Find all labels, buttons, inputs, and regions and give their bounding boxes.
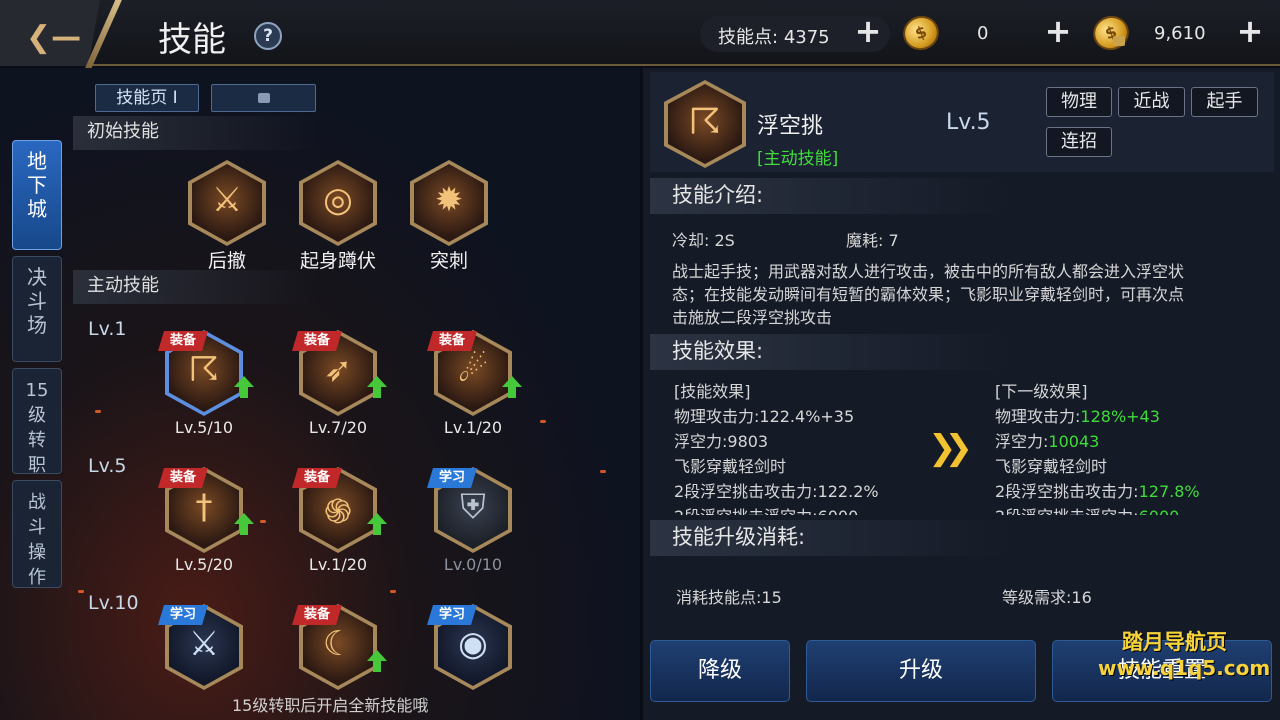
equip-badge: 装备 xyxy=(292,605,342,625)
add-coin-button[interactable]: + xyxy=(1043,15,1073,47)
tag-physical: 物理 xyxy=(1046,87,1112,117)
current-effect-line: 2段浮空挑击浮空力:6000 xyxy=(674,503,858,515)
upgrade-arrow-icon xyxy=(234,376,254,398)
job-change-hint: 15级转职后开启全新技能哦 xyxy=(232,696,429,715)
current-effect-line: 2段浮空挑击攻击力:122.2% xyxy=(674,482,879,501)
effect-list[interactable]: [技能效果] 物理攻击力:122.4%+35 浮空力:9803 飞影穿戴轻剑时 … xyxy=(643,372,1280,515)
skill-level: Lv.0/10 xyxy=(443,555,503,574)
lock-icon xyxy=(257,93,270,103)
next-effect-line: 2段浮空挑击攻击力:127.8% xyxy=(995,482,1200,501)
upgrade-arrow-icon xyxy=(367,376,387,398)
launch-icon: ☈ xyxy=(688,102,722,143)
skill-name-crouch: 起身蹲伏 xyxy=(299,250,376,272)
upgrade-arrow-icon xyxy=(502,376,522,398)
upgrade-arrow-icon xyxy=(367,513,387,535)
tab-arena[interactable]: 决 斗 场 xyxy=(12,256,62,362)
next-effect-line: 飞影穿戴轻剑时 xyxy=(995,457,1108,476)
current-effect-line: 物理攻击力:122.4%+35 xyxy=(674,407,855,426)
ground-strike-icon: † xyxy=(195,487,213,527)
tag-opener: 起手 xyxy=(1191,87,1258,117)
skill-name-thrust: 突刺 xyxy=(429,250,468,272)
skill-level: Lv.5 xyxy=(946,110,991,135)
section-initial-skills: 初始技能 xyxy=(73,116,318,150)
upgrade-arrow-icon xyxy=(234,513,254,535)
next-effect-line: 物理攻击力:128%+43 xyxy=(995,407,1160,426)
current-effect-line: 浮空力:9803 xyxy=(674,432,769,451)
next-effect-line: 浮空力:10043 xyxy=(995,432,1100,451)
coin-value: 0 xyxy=(977,23,989,44)
cost-skill-points: 消耗技能点:15 xyxy=(676,588,782,607)
learn-badge: 学习 xyxy=(427,468,477,488)
next-effect-line: 2段浮空挑击浮空力:6000 xyxy=(995,503,1179,515)
description-line: 态；在技能发动瞬间有短暂的霸体效果；飞影职业穿戴轻剑时，可再次点 xyxy=(672,285,1185,304)
tab-dungeon-label: 地 下 城 xyxy=(27,149,47,221)
skill-page-tab-1[interactable]: 技能页 I xyxy=(95,84,199,112)
skill-level: Lv.5/20 xyxy=(174,555,234,574)
downgrade-button[interactable]: 降级 xyxy=(650,640,790,702)
equip-badge: 装备 xyxy=(158,331,208,351)
skill-points-label: 技能点: 4375 xyxy=(718,27,830,48)
description-line: 战士起手技；用武器对敌人进行攻击，被击中的所有敌人都会进入浮空状 xyxy=(672,262,1185,281)
intro-header: 技能介绍: xyxy=(650,178,1010,214)
tab-combat-controls-label: 战 斗 操 作 xyxy=(28,492,46,588)
next-effect-title: [下一级效果] xyxy=(995,382,1088,401)
skill-level: Lv.1/20 xyxy=(308,555,368,574)
description-line: 击施放二段浮空挑攻击 xyxy=(672,308,833,327)
thrust-icon: ✹ xyxy=(434,180,464,220)
wind-sword-icon: ⚔ xyxy=(188,624,220,664)
skill-level: Lv.7/20 xyxy=(308,418,368,437)
tag-melee: 近战 xyxy=(1118,87,1185,117)
whirlwind-icon: ֍ xyxy=(324,492,352,532)
effect-header: 技能效果: xyxy=(650,334,1010,370)
cooldown: 冷却: 2S xyxy=(672,231,735,250)
locked-coin-value: 9,610 xyxy=(1154,23,1206,44)
skill-level: Lv.5/10 xyxy=(174,418,234,437)
watermark-title: 踏月导航页 xyxy=(1122,630,1227,654)
row-level-label: Lv.5 xyxy=(88,455,127,477)
shield-icon: ⛨ xyxy=(460,487,486,527)
slash-icon: ➶ xyxy=(323,350,353,390)
back-arrow-icon: ❮— xyxy=(26,20,82,55)
add-skill-points-button[interactable]: + xyxy=(853,15,883,47)
cost-header: 技能升级消耗: xyxy=(650,520,1010,556)
current-effect-line: 飞影穿戴轻剑时 xyxy=(674,457,787,476)
crouch-icon: ◎ xyxy=(323,180,353,220)
section-active-skills: 主动技能 xyxy=(73,270,318,304)
level-requirement: 等级需求:16 xyxy=(1002,588,1092,607)
mana-cost: 魔耗: 7 xyxy=(846,231,899,250)
flame-slash-icon: ☄ xyxy=(457,350,489,390)
learn-badge: 学习 xyxy=(427,605,477,625)
help-icon[interactable]: ? xyxy=(254,22,282,50)
equip-badge: 装备 xyxy=(292,331,342,351)
skill-name-backstep: 后撤 xyxy=(207,250,246,272)
tab-dungeon[interactable]: 地 下 城 xyxy=(12,140,62,250)
tab-job-change-label: 15 级 转 职 xyxy=(25,380,49,476)
upgrade-arrow-icon xyxy=(367,650,387,672)
tab-job-change[interactable]: 15 级 转 职 xyxy=(12,368,62,476)
tab-arena-label: 决 斗 场 xyxy=(27,265,47,337)
row-level-label: Lv.10 xyxy=(88,592,139,614)
backstep-icon: ⚔ xyxy=(211,180,243,220)
equip-badge: 装备 xyxy=(427,331,477,351)
next-level-arrow-icon: ❯❯ xyxy=(928,428,973,468)
skill-page-tab-locked[interactable] xyxy=(211,84,316,112)
vortex-icon: ◉ xyxy=(458,624,488,664)
row-level-label: Lv.1 xyxy=(88,318,127,340)
tab-combat-controls[interactable]: 战 斗 操 作 xyxy=(12,480,62,588)
current-effect-title: [技能效果] xyxy=(674,382,751,401)
upgrade-button[interactable]: 升级 xyxy=(806,640,1036,702)
learn-badge: 学习 xyxy=(158,605,208,625)
launch-icon: ☈ xyxy=(188,350,220,390)
skill-level: Lv.1/20 xyxy=(443,418,503,437)
tag-combo: 连招 xyxy=(1046,127,1112,157)
lock-icon xyxy=(1113,36,1125,46)
page-title: 技能 xyxy=(158,20,226,60)
crescent-icon: ☾ xyxy=(322,624,354,664)
add-locked-coin-button[interactable]: + xyxy=(1235,15,1265,47)
watermark-url: www.q1q5.com xyxy=(1098,656,1271,680)
skill-type: [主动技能] xyxy=(757,149,839,169)
equip-badge: 装备 xyxy=(158,468,208,488)
equip-badge: 装备 xyxy=(292,468,342,488)
skill-name: 浮空挑 xyxy=(757,114,824,139)
